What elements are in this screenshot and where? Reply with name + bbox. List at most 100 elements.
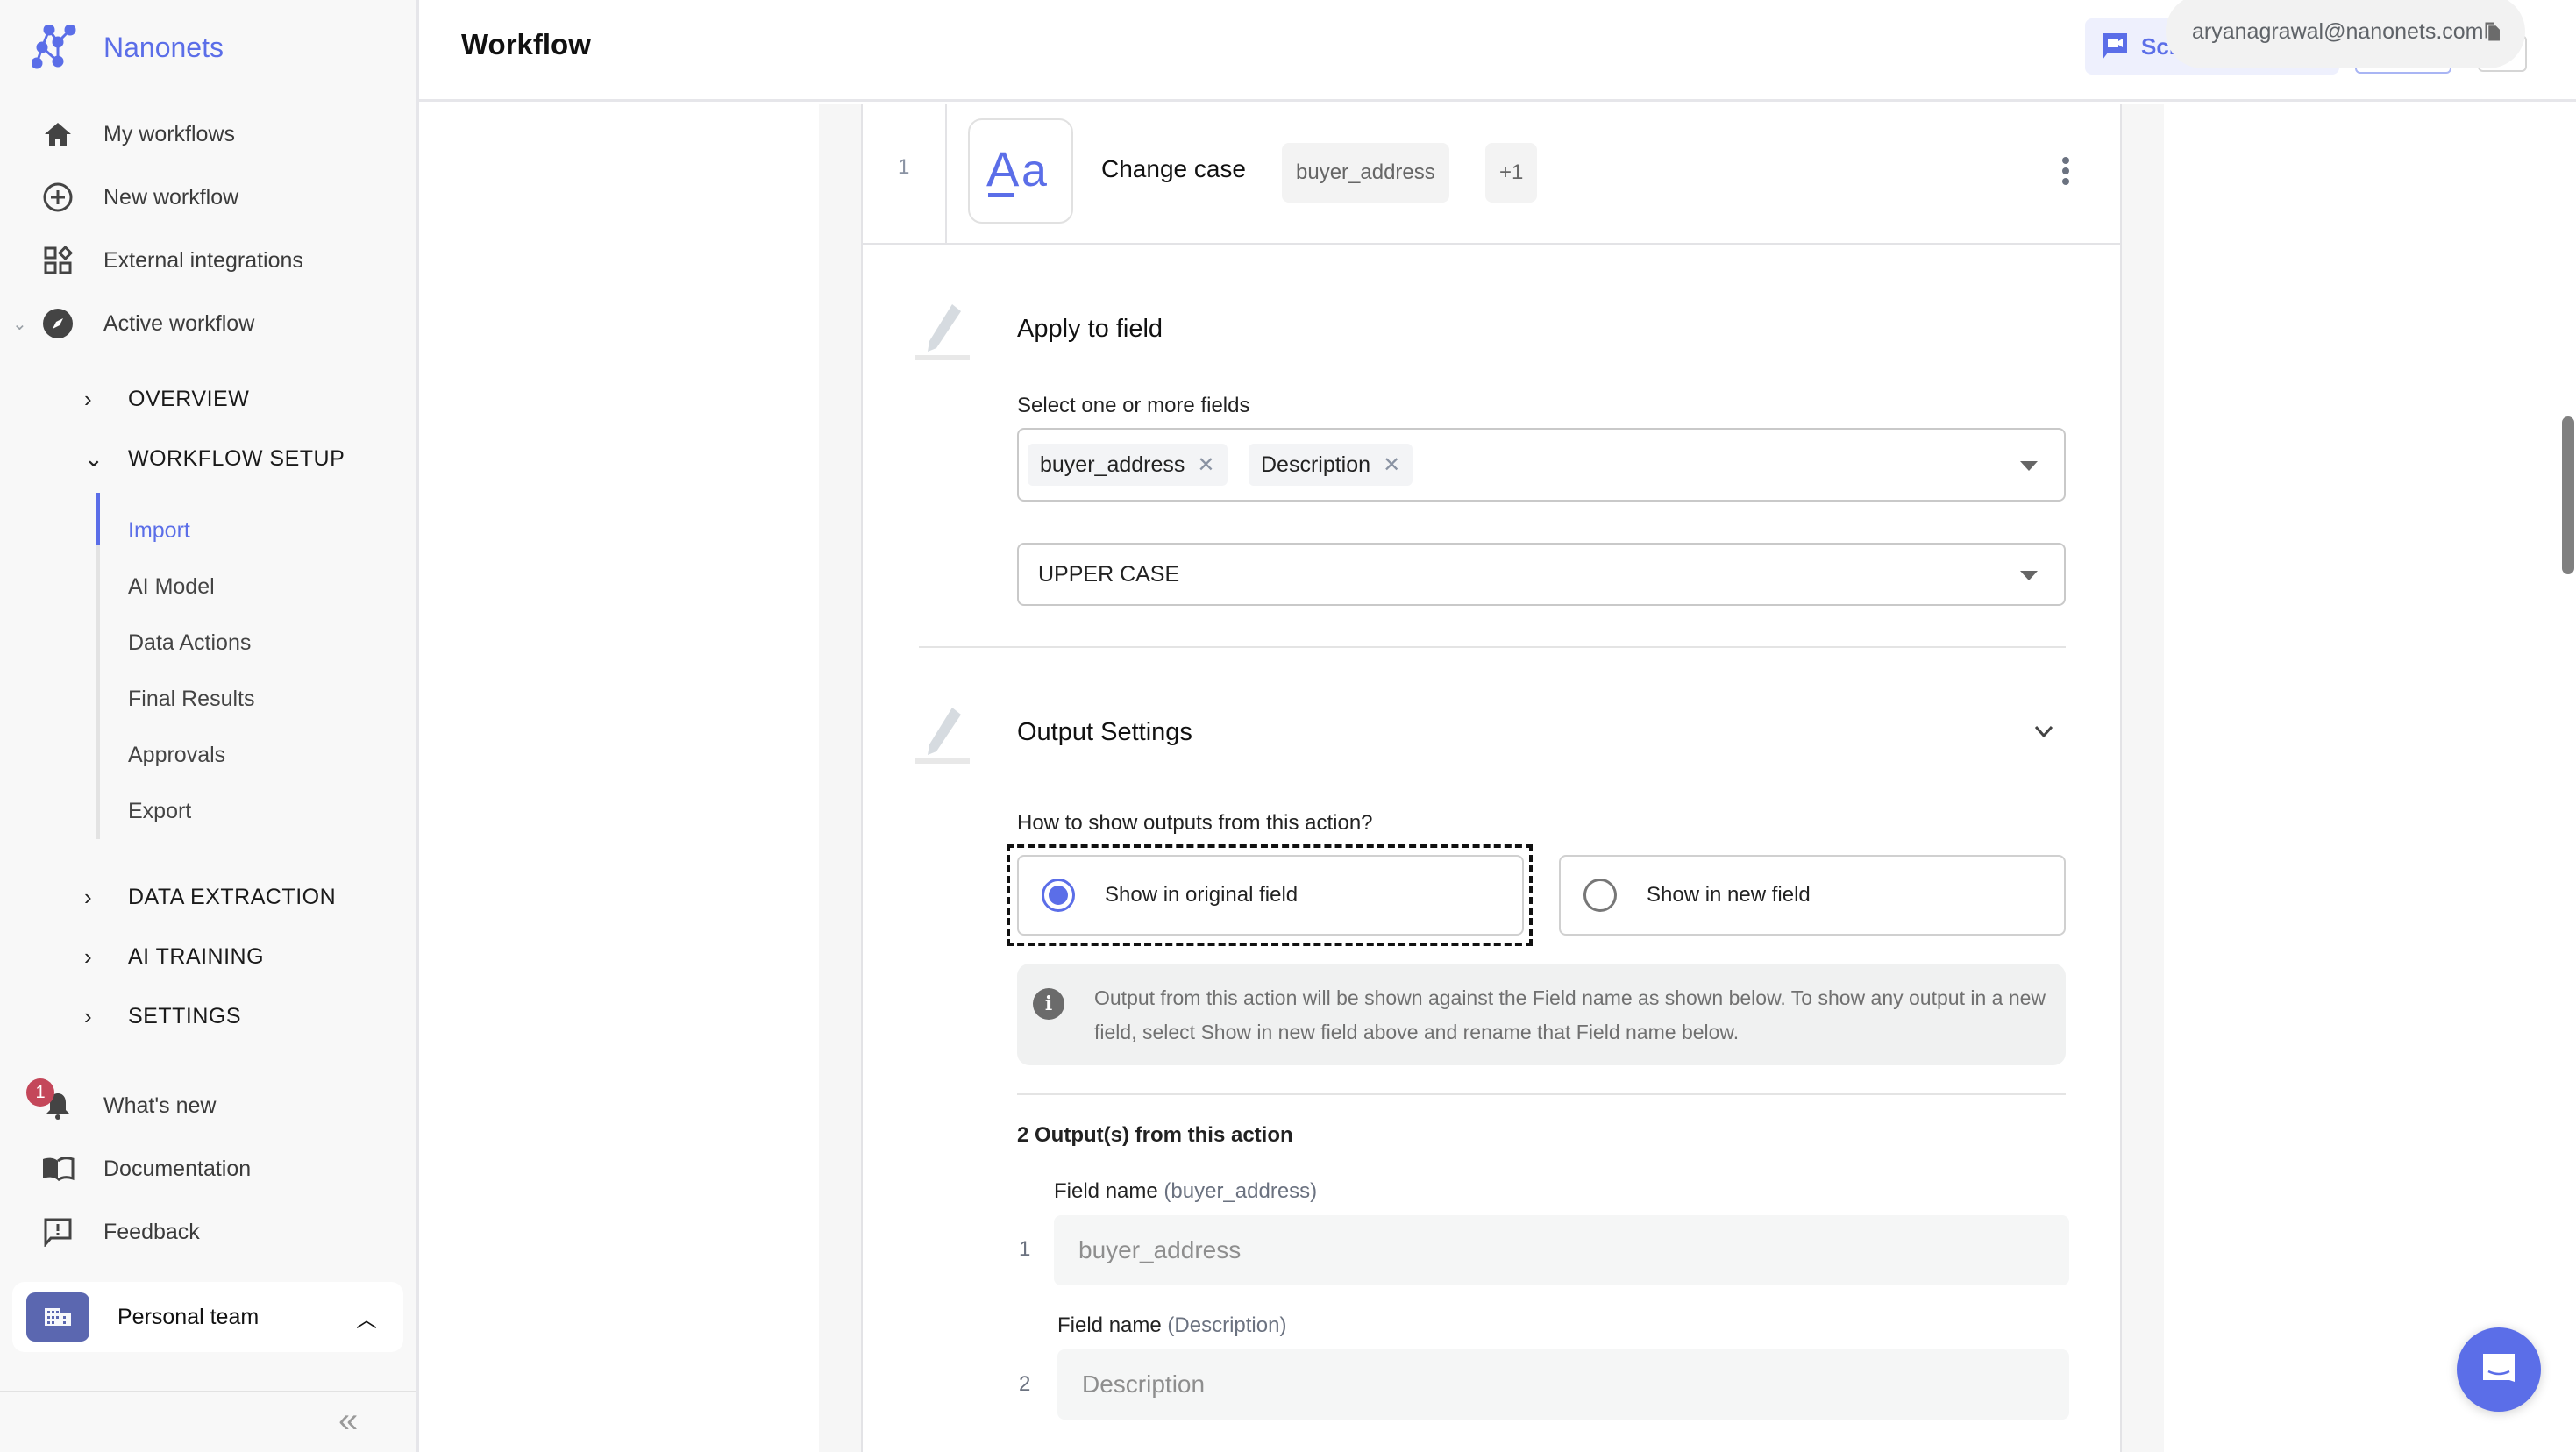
tag-label: Description: [1261, 452, 1371, 477]
team-name: Personal team: [117, 1304, 260, 1329]
book-icon: [40, 1151, 75, 1186]
submenu-data-actions[interactable]: Data Actions: [128, 618, 251, 667]
info-text: Output from this action will be shown ag…: [1094, 986, 2046, 1043]
nav-label: External integrations: [103, 247, 303, 273]
info-icon: i: [1033, 988, 1064, 1020]
change-case-icon: Aa: [968, 118, 1073, 224]
nav-new-workflow[interactable]: New workflow: [0, 171, 412, 224]
active-indicator: [96, 493, 100, 545]
support-chat-button[interactable]: [2457, 1327, 2541, 1412]
home-icon: [40, 117, 75, 152]
section-label: OVERVIEW: [128, 386, 250, 411]
step-number: 1: [898, 155, 910, 179]
svg-text:a: a: [1021, 146, 1047, 196]
output-field-label: Field name (Description): [1057, 1313, 1286, 1338]
nav-label: Active workflow: [103, 310, 255, 336]
section-label: AI TRAINING: [128, 943, 265, 969]
section-label: SETTINGS: [128, 1003, 242, 1028]
chevron-up-icon[interactable]: ︿: [356, 1302, 377, 1333]
nav-label: My workflows: [103, 121, 236, 146]
submenu-ai-model[interactable]: AI Model: [128, 562, 215, 611]
edit-pencil-icon: [915, 708, 970, 764]
action-card-header[interactable]: 1 Aa Change case buyer_address +1: [863, 104, 2120, 245]
chevron-right-icon: ›: [84, 883, 92, 910]
add-circle-icon: [40, 180, 75, 215]
nanonets-logo-icon: [32, 25, 76, 69]
remove-tag-icon[interactable]: ✕: [1197, 452, 1214, 478]
user-email-tooltip: aryanagrawal@nanonets.com: [2166, 0, 2525, 68]
chevron-right-icon: ›: [84, 943, 92, 970]
content-gutter: [819, 104, 861, 1452]
chevron-down-icon[interactable]: ⌄: [12, 313, 27, 335]
section-label: WORKFLOW SETUP: [128, 445, 345, 471]
nav-whats-new[interactable]: What's new: [0, 1079, 412, 1132]
feedback-icon: [40, 1214, 75, 1249]
brand-logo[interactable]: Nanonets: [32, 25, 224, 70]
chevron-down-icon: ⌄: [84, 445, 103, 472]
section-ai-training[interactable]: › AI TRAINING: [84, 935, 264, 979]
page-title: Workflow: [461, 28, 591, 60]
output-field-name-input[interactable]: [1054, 1215, 2069, 1285]
team-switcher[interactable]: Personal team ︿: [12, 1282, 403, 1352]
section-settings[interactable]: › SETTINGS: [84, 994, 241, 1038]
chat-icon: [2483, 1354, 2515, 1382]
brand-name: Nanonets: [103, 31, 224, 63]
data-action-card: 1 Aa Change case buyer_address +1 Apply …: [861, 104, 2122, 1452]
remove-tag-icon[interactable]: ✕: [1383, 452, 1400, 478]
nav-my-workflows[interactable]: My workflows: [0, 108, 412, 160]
section-workflow-setup[interactable]: ⌄ WORKFLOW SETUP: [84, 437, 345, 480]
field-name-label: Field name: [1054, 1179, 1158, 1203]
widgets-icon: [40, 243, 75, 278]
submenu-import[interactable]: Import: [128, 506, 190, 555]
content-gutter: [2122, 104, 2164, 1452]
option-show-in-new-field[interactable]: Show in new field: [1559, 855, 2066, 936]
selected-field-tag: Description ✕: [1249, 444, 1413, 486]
nav-documentation[interactable]: Documentation: [0, 1142, 412, 1195]
submenu-final-results[interactable]: Final Results: [128, 674, 255, 723]
divider: [0, 1391, 416, 1392]
case-type-value: UPPER CASE: [1038, 562, 1180, 587]
output-field-label: Field name (buyer_address): [1054, 1179, 1317, 1204]
focus-outline: [1007, 844, 1533, 946]
page-scrollbar[interactable]: [2562, 416, 2574, 574]
nav-external-integrations[interactable]: External integrations: [0, 234, 412, 287]
output-index: 2: [1019, 1372, 1031, 1396]
info-callout: i Output from this action will be shown …: [1017, 964, 2066, 1065]
notification-badge: 1: [26, 1078, 54, 1107]
section-label: DATA EXTRACTION: [128, 884, 337, 909]
copy-icon[interactable]: [2484, 18, 2501, 46]
original-field-name: (Description): [1167, 1313, 1287, 1337]
apply-to-field-title: Apply to field: [1017, 315, 1163, 343]
select-fields-label: Select one or more fields: [1017, 394, 1250, 417]
dropdown-arrow-icon: [2020, 571, 2038, 580]
nav-feedback[interactable]: Feedback: [0, 1206, 412, 1258]
section-data-extraction[interactable]: › DATA EXTRACTION: [84, 875, 336, 919]
original-field-name: (buyer_address): [1163, 1179, 1318, 1203]
section-overview[interactable]: › OVERVIEW: [84, 377, 249, 421]
video-chat-icon: [2103, 33, 2127, 60]
tag-label: buyer_address: [1040, 452, 1185, 477]
chevron-right-icon: ›: [84, 385, 92, 412]
divider: [945, 104, 947, 245]
building-icon: [26, 1292, 89, 1342]
output-index: 1: [1019, 1237, 1031, 1261]
fields-multiselect[interactable]: buyer_address ✕ Description ✕: [1017, 428, 2066, 502]
chevron-down-icon[interactable]: [2031, 718, 2057, 744]
nav-active-workflow[interactable]: ⌄ Active workflow: [0, 297, 412, 350]
submenu-export[interactable]: Export: [128, 786, 191, 836]
edit-pencil-icon: [915, 304, 970, 360]
dropdown-arrow-icon: [2020, 461, 2038, 471]
divider: [919, 646, 2066, 648]
user-email: aryanagrawal@nanonets.com: [2192, 18, 2484, 44]
compass-icon: [40, 306, 75, 341]
collapse-sidebar-icon[interactable]: «: [338, 1401, 358, 1441]
outputs-count-title: 2 Output(s) from this action: [1017, 1123, 1293, 1147]
case-type-select[interactable]: UPPER CASE: [1017, 543, 2066, 606]
svg-text:A: A: [986, 141, 1020, 196]
action-title: Change case: [1101, 155, 1247, 182]
nav-label: Feedback: [103, 1219, 200, 1244]
output-field-name-input[interactable]: [1057, 1349, 2069, 1420]
radio-unselected[interactable]: [1583, 879, 1617, 912]
more-options-icon[interactable]: [2057, 157, 2074, 192]
submenu-approvals[interactable]: Approvals: [128, 730, 225, 779]
